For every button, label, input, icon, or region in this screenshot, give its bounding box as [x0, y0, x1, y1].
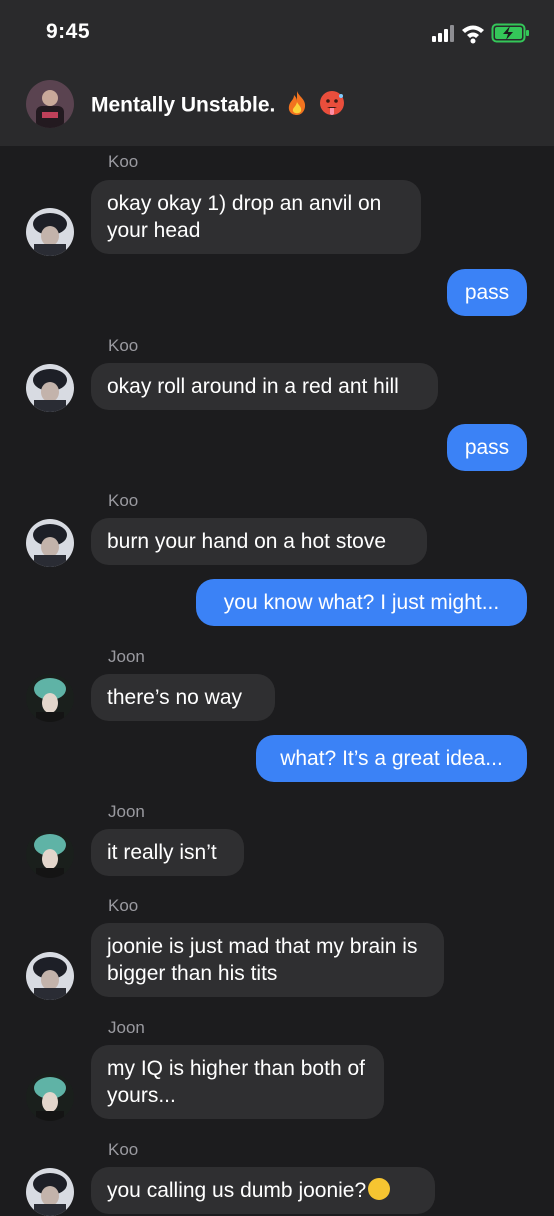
chat-title[interactable]: Mentally Unstable.	[91, 90, 345, 122]
message-bubble[interactable]: you calling us dumb joonie?	[91, 1167, 435, 1214]
group-avatar[interactable]	[26, 80, 74, 128]
avatar-joon[interactable]	[26, 674, 74, 722]
avatar-koo[interactable]	[26, 952, 74, 1000]
message-bubble-outgoing[interactable]: what? It’s a great idea...	[256, 735, 527, 782]
avatar-koo[interactable]	[26, 519, 74, 567]
message-text: you calling us dumb joonie?	[107, 1179, 367, 1202]
sender-name: Koo	[108, 1140, 139, 1159]
message-bubble[interactable]: joonie is just mad that my brain is bigg…	[91, 923, 444, 997]
message-bubble-outgoing[interactable]: pass	[447, 424, 527, 471]
avatar-joon[interactable]	[26, 830, 74, 878]
sender-name: Koo	[108, 152, 139, 171]
chat-header: Mentally Unstable.	[0, 62, 554, 146]
sender-name: Koo	[108, 491, 139, 510]
hot-face-emoji	[319, 90, 345, 122]
status-time: 9:45	[46, 20, 91, 43]
sender-name: Koo	[108, 896, 139, 915]
signal-icon	[432, 25, 454, 42]
battery-charging-icon	[491, 23, 529, 43]
status-icons	[432, 22, 532, 44]
avatar-koo[interactable]	[26, 1168, 74, 1216]
message-bubble[interactable]: it really isn’t	[91, 829, 244, 876]
avatar-koo[interactable]	[26, 364, 74, 412]
avatar-koo[interactable]	[26, 208, 74, 256]
fire-emoji	[285, 90, 309, 122]
message-bubble[interactable]: my IQ is higher than both of yours...	[91, 1045, 384, 1119]
sender-name: Koo	[108, 336, 139, 355]
message-bubble[interactable]: okay okay 1) drop an anvil on your head	[91, 180, 421, 254]
message-bubble[interactable]: there’s no way	[91, 674, 275, 721]
wifi-icon	[462, 25, 484, 44]
message-bubble[interactable]: okay roll around in a red ant hill	[91, 363, 438, 410]
sender-name: Joon	[108, 1018, 145, 1037]
avatar-joon[interactable]	[26, 1073, 74, 1121]
sender-name: Joon	[108, 647, 145, 666]
status-bar: 9:45	[0, 0, 554, 62]
chat-title-text: Mentally Unstable.	[91, 93, 276, 117]
sender-name: Joon	[108, 802, 145, 821]
message-bubble[interactable]: burn your hand on a hot stove	[91, 518, 427, 565]
message-bubble-outgoing[interactable]: pass	[447, 269, 527, 316]
smiley-emoji	[368, 1178, 391, 1200]
message-bubble-outgoing[interactable]: you know what? I just might...	[196, 579, 527, 626]
